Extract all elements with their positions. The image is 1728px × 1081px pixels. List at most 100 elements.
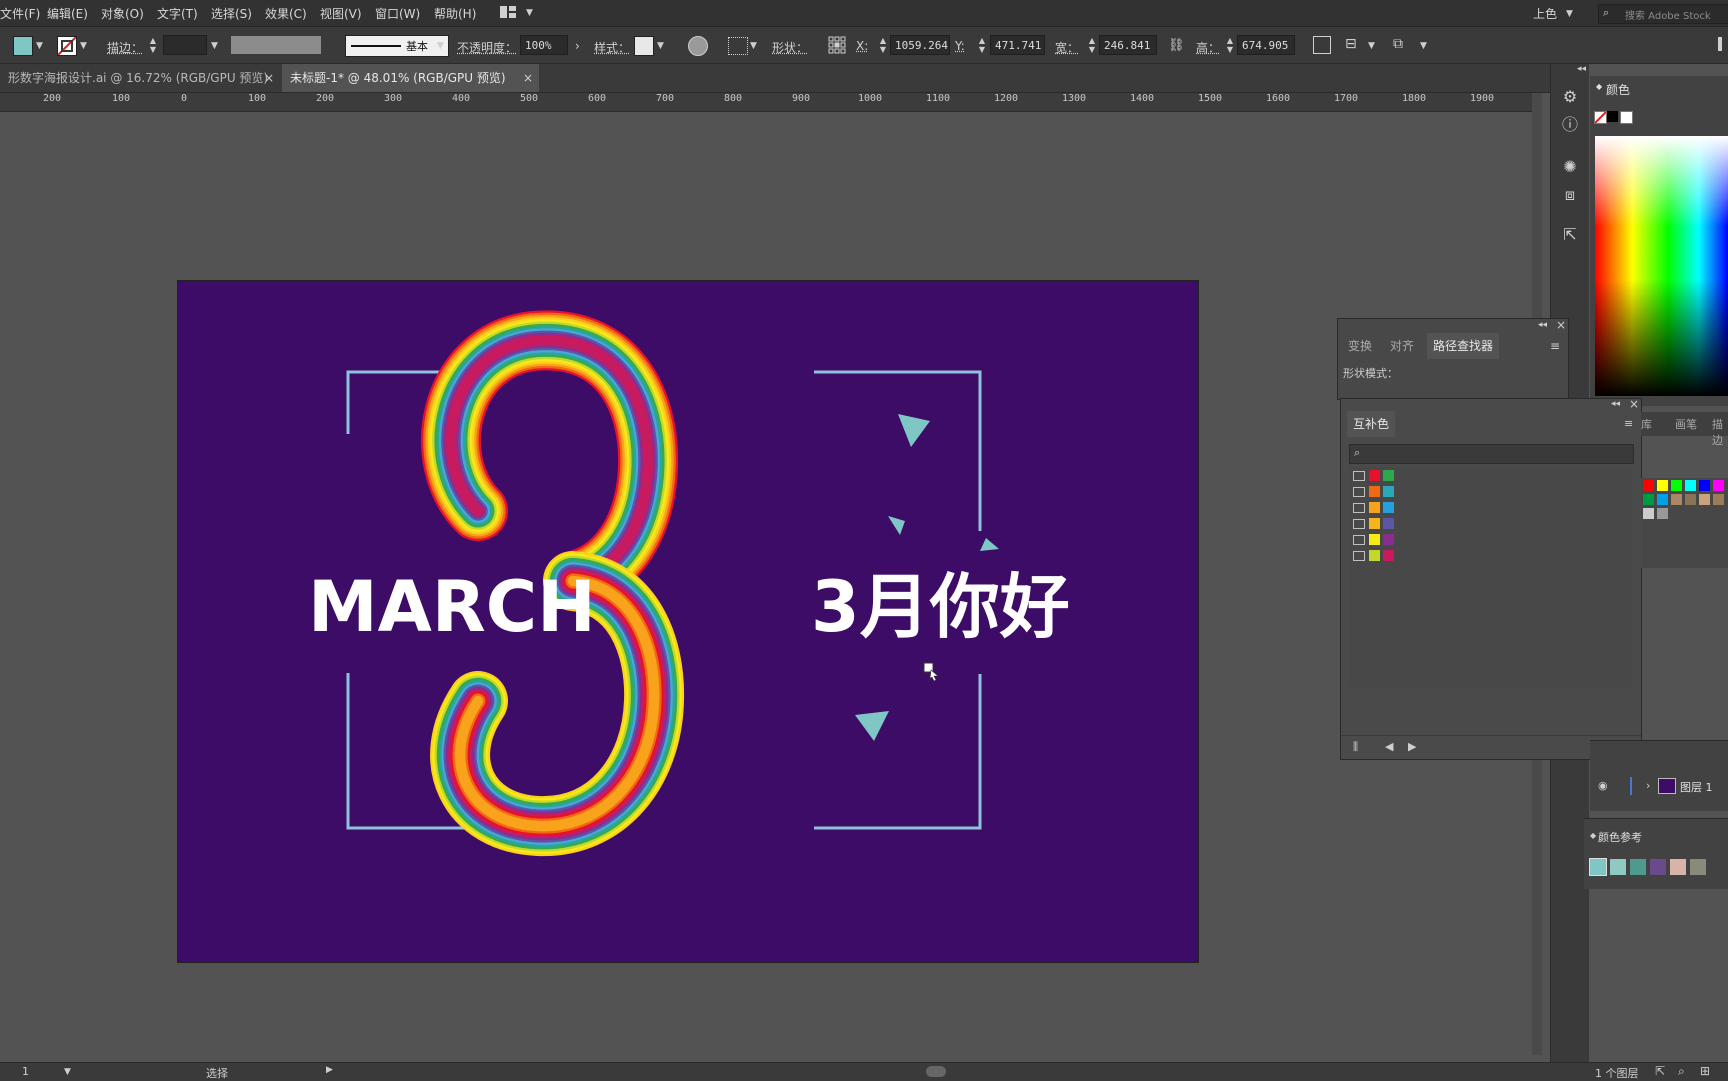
visibility-eye-icon[interactable]: ◉ <box>1598 779 1608 792</box>
y-label[interactable]: Y: <box>955 39 965 53</box>
menu-help[interactable]: 帮助(H) <box>434 5 476 22</box>
color-swatch[interactable] <box>1369 534 1380 545</box>
y-spinner[interactable]: ▲ ▼ <box>978 36 986 54</box>
panel-menu-icon[interactable]: ≡ <box>1624 417 1633 430</box>
none-swatch[interactable] <box>1594 111 1607 124</box>
menu-view[interactable]: 视图(V) <box>320 5 362 22</box>
height-label[interactable]: 高： <box>1196 39 1220 56</box>
tab-stroke[interactable]: 描边 <box>1712 416 1728 448</box>
color-swatch[interactable] <box>1671 480 1682 491</box>
menu-effect[interactable]: 效果(C) <box>265 5 307 22</box>
color-swatch[interactable] <box>1630 859 1646 875</box>
gear-icon[interactable]: ⚙ <box>1559 86 1581 108</box>
themes-search-input[interactable]: ⌕ <box>1349 444 1634 464</box>
harmony-group-row[interactable] <box>1349 533 1632 547</box>
harmony-group-row[interactable] <box>1349 501 1632 515</box>
chevron-right-icon[interactable]: › <box>575 39 580 53</box>
chevron-down-icon[interactable]: ▼ <box>1566 9 1573 19</box>
recolor-artwork-icon[interactable] <box>688 36 708 56</box>
close-icon[interactable]: × <box>1556 318 1566 332</box>
export-icon[interactable]: ⇱ <box>1559 224 1581 246</box>
color-swatch[interactable] <box>1657 508 1668 519</box>
menu-file[interactable]: 文件(F) <box>0 5 40 22</box>
new-layer-icon[interactable]: ⊞ <box>1700 1064 1710 1078</box>
color-swatch[interactable] <box>1699 480 1710 491</box>
expand-icon[interactable]: ◆ <box>1596 82 1602 91</box>
menu-edit[interactable]: 编辑(E) <box>47 5 88 22</box>
panel-menu-icon[interactable] <box>1718 37 1722 51</box>
horizontal-scroll-thumb[interactable] <box>926 1066 946 1077</box>
tab-document-2[interactable]: 未标题-1* @ 48.01% (RGB/GPU 预览) × <box>282 64 539 92</box>
chevron-down-icon[interactable]: ▼ <box>1420 41 1427 51</box>
tab-pathfinder[interactable]: 路径查找器 <box>1427 333 1500 359</box>
close-icon[interactable]: × <box>523 64 533 92</box>
menu-window[interactable]: 窗口(W) <box>375 5 420 22</box>
search-icon[interactable]: ⌕ <box>1678 1064 1685 1079</box>
panel-menu-icon[interactable]: ≡ <box>1550 339 1560 353</box>
previous-icon[interactable]: ◀ <box>1385 740 1393 753</box>
info-icon[interactable]: ⓘ <box>1559 114 1581 136</box>
chevron-down-icon[interactable]: ▼ <box>36 41 43 51</box>
x-label[interactable]: X: <box>856 39 868 53</box>
color-swatch[interactable] <box>1713 494 1724 505</box>
chevron-down-icon[interactable]: ▼ <box>526 8 533 18</box>
style-label[interactable]: 样式： <box>594 39 630 56</box>
graphic-style-swatch[interactable] <box>634 36 654 56</box>
color-swatch[interactable] <box>1369 486 1380 497</box>
color-swatch[interactable] <box>1699 494 1710 505</box>
color-swatch[interactable] <box>1369 502 1380 513</box>
close-icon[interactable]: × <box>264 64 274 92</box>
opacity-label[interactable]: 不透明度： <box>457 39 517 56</box>
height-spinner[interactable]: ▲ ▼ <box>1226 36 1234 54</box>
collapse-icon[interactable]: ◂◂ <box>1538 320 1547 330</box>
align-icon[interactable]: ⊟ <box>1345 36 1363 54</box>
color-swatch[interactable] <box>1685 494 1696 505</box>
close-icon[interactable]: × <box>1629 397 1639 411</box>
color-swatch[interactable] <box>1369 550 1380 561</box>
white-swatch[interactable] <box>1620 111 1633 124</box>
horizontal-ruler[interactable]: 200 100 0 100 200 300 400 500 600 700 80… <box>0 93 1540 112</box>
width-label[interactable]: 宽： <box>1055 39 1079 56</box>
tab-brushes[interactable]: 画笔 <box>1675 416 1697 432</box>
artboard-number[interactable]: 1 <box>22 1065 29 1078</box>
y-field[interactable]: 471.741 <box>990 35 1045 55</box>
brush-definition[interactable]: 基本 <box>345 35 449 57</box>
color-swatch[interactable] <box>1383 486 1394 497</box>
color-swatch[interactable] <box>1589 858 1607 876</box>
color-swatch[interactable] <box>1650 859 1666 875</box>
color-swatch[interactable] <box>1383 502 1394 513</box>
chevron-down-icon[interactable]: ▼ <box>64 1067 71 1077</box>
variable-width-profile[interactable] <box>231 36 321 54</box>
x-field[interactable]: 1059.264 <box>890 35 950 55</box>
shape-label[interactable]: 形状： <box>772 39 808 56</box>
color-swatch[interactable] <box>1369 518 1380 529</box>
fill-swatch[interactable] <box>13 36 33 56</box>
layer-name[interactable]: 图层 1 <box>1680 779 1713 795</box>
isolate-icon[interactable]: ⧉ <box>1393 36 1411 54</box>
chevron-down-icon[interactable]: ▼ <box>1368 41 1375 51</box>
harmony-group-row[interactable] <box>1349 549 1632 563</box>
library-icon[interactable]: ⫼ <box>1353 740 1358 754</box>
reference-point-icon[interactable] <box>828 36 846 54</box>
poster-artwork[interactable]: MARCH 3月你好 <box>178 281 1198 962</box>
workspace-switcher[interactable]: 上色 <box>1533 5 1557 22</box>
tab-complementary[interactable]: 互补色 <box>1347 411 1396 437</box>
color-swatch[interactable] <box>1610 859 1626 875</box>
color-swatch[interactable] <box>1690 859 1706 875</box>
color-swatch[interactable] <box>1643 480 1654 491</box>
transform-icon[interactable] <box>1313 36 1331 54</box>
menu-select[interactable]: 选择(S) <box>211 5 252 22</box>
harmony-group-row[interactable] <box>1349 469 1632 483</box>
stroke-weight-field[interactable] <box>163 35 207 55</box>
play-icon[interactable]: ▶ <box>326 1065 333 1075</box>
color-swatch[interactable] <box>1369 470 1380 481</box>
artboards-icon[interactable]: ⧈ <box>1559 184 1581 206</box>
stroke-weight-spinner[interactable]: ▲ ▼ <box>149 36 157 54</box>
expand-icon[interactable]: ◆ <box>1590 831 1596 840</box>
chevron-down-icon[interactable]: ▼ <box>437 41 444 51</box>
collapse-icon[interactable]: ◂◂ <box>1611 399 1620 409</box>
color-swatch[interactable] <box>1713 480 1724 491</box>
color-swatch[interactable] <box>1657 480 1668 491</box>
width-field[interactable]: 246.841 <box>1099 35 1157 55</box>
chevron-down-icon[interactable]: ▼ <box>80 41 87 51</box>
